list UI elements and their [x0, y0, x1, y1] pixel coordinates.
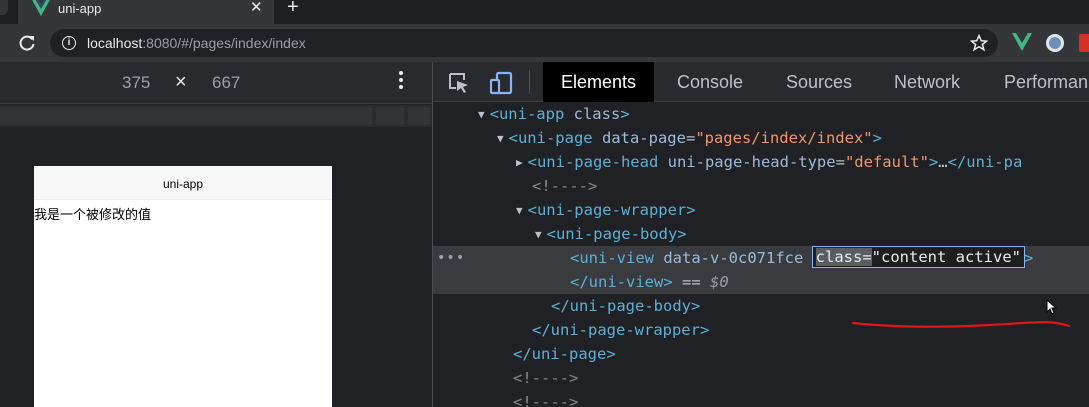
tab-title: uni-app — [58, 1, 102, 16]
url-text[interactable]: localhost:8080/#/pages/index/index — [87, 35, 306, 51]
extension-icon[interactable] — [1046, 34, 1064, 52]
uni-page-head: uni-app — [34, 166, 332, 200]
devtools-panel: Elements Console Sources Network Perform… — [433, 62, 1089, 407]
tab-network[interactable]: Network — [876, 62, 978, 102]
dom-node-uni-page-wrapper[interactable]: ▼ <uni-page-wrapper> — [433, 198, 1089, 222]
tab-performance[interactable]: Performan — [986, 62, 1089, 102]
inspect-element-icon[interactable] — [447, 71, 471, 95]
device-toggle-icon[interactable] — [489, 71, 515, 95]
dom-node-uni-app[interactable]: ▼ <uni-app class> — [433, 102, 1089, 126]
dom-comment[interactable]: <!----> — [433, 174, 1089, 198]
device-emulation-pane: 375 × 667 uni-app 我是一个被修改的值 — [0, 62, 432, 407]
reload-icon[interactable] — [18, 34, 36, 52]
tab-elements[interactable]: Elements — [543, 62, 655, 102]
dom-node-uni-page-body[interactable]: ▼ <uni-page-body> — [433, 222, 1089, 246]
vue-devtools-extension-icon[interactable] — [1012, 33, 1032, 51]
dom-node-uni-page-head[interactable]: ▶ <uni-page-head uni-page-head-type="defa… — [433, 150, 1089, 174]
dimension-separator: × — [175, 71, 187, 93]
tab-strip: uni-app ✕ + — [0, 0, 1089, 24]
extension-red-icon[interactable] — [1079, 34, 1089, 52]
dom-node-uni-page-body-close[interactable]: </uni-page-body> — [433, 294, 1089, 318]
browser-tab[interactable]: uni-app ✕ — [18, 0, 274, 24]
address-bar[interactable]: i localhost:8080/#/pages/index/index — [50, 29, 998, 57]
collapse-triangle-icon[interactable]: ▼ — [497, 132, 504, 145]
dom-comment[interactable]: <!----> — [433, 366, 1089, 390]
collapse-triangle-icon[interactable]: ▼ — [516, 204, 523, 217]
media-query-bar[interactable] — [0, 105, 432, 127]
tab-close-icon[interactable]: ✕ — [250, 0, 263, 16]
new-tab-button[interactable]: + — [287, 0, 299, 19]
dom-comment[interactable]: <!----> — [433, 390, 1089, 407]
info-icon[interactable]: i — [62, 36, 76, 50]
mouse-cursor-icon — [1046, 299, 1058, 315]
more-actions-icon[interactable]: ••• — [437, 246, 465, 270]
browser-toolbar: i localhost:8080/#/pages/index/index — [0, 24, 1089, 62]
red-underline-annotation — [851, 321, 1071, 328]
page-head-title: uni-app — [162, 177, 204, 191]
content-text: 我是一个被修改的值 — [34, 208, 152, 223]
dom-node-uni-view-selected[interactable]: ••• <uni-view data-v-0c071fce class="con… — [433, 246, 1089, 270]
previous-tab-edge[interactable] — [0, 0, 8, 15]
mobile-viewport: uni-app 我是一个被修改的值 — [34, 166, 332, 407]
collapse-triangle-icon[interactable]: ▼ — [535, 228, 542, 241]
device-toolbar: 375 × 667 — [0, 62, 432, 104]
dom-node-uni-view-close[interactable]: </uni-view> == $0 — [433, 270, 1089, 294]
tab-bar-separator — [529, 70, 530, 94]
more-options-icon[interactable] — [398, 71, 404, 93]
tab-console[interactable]: Console — [659, 62, 761, 102]
collapse-triangle-icon[interactable]: ▼ — [478, 108, 485, 121]
devtools-tab-bar: Elements Console Sources Network Perform… — [433, 62, 1089, 102]
device-width-input[interactable]: 375 — [122, 73, 150, 93]
tab-sources[interactable]: Sources — [768, 62, 870, 102]
expand-triangle-icon[interactable]: ▶ — [516, 156, 523, 169]
dom-tree: ▼ <uni-app class> ▼ <uni-page data-page="p… — [433, 102, 1089, 407]
vue-logo-icon — [32, 0, 50, 16]
bookmark-star-icon[interactable] — [970, 34, 988, 52]
device-height-input[interactable]: 667 — [212, 73, 240, 93]
dom-node-uni-page-close[interactable]: </uni-page> — [433, 342, 1089, 366]
dom-node-uni-page[interactable]: ▼ <uni-page data-page="pages/index/index"… — [433, 126, 1089, 150]
attribute-edit-field[interactable]: class="content active" — [811, 246, 1025, 268]
